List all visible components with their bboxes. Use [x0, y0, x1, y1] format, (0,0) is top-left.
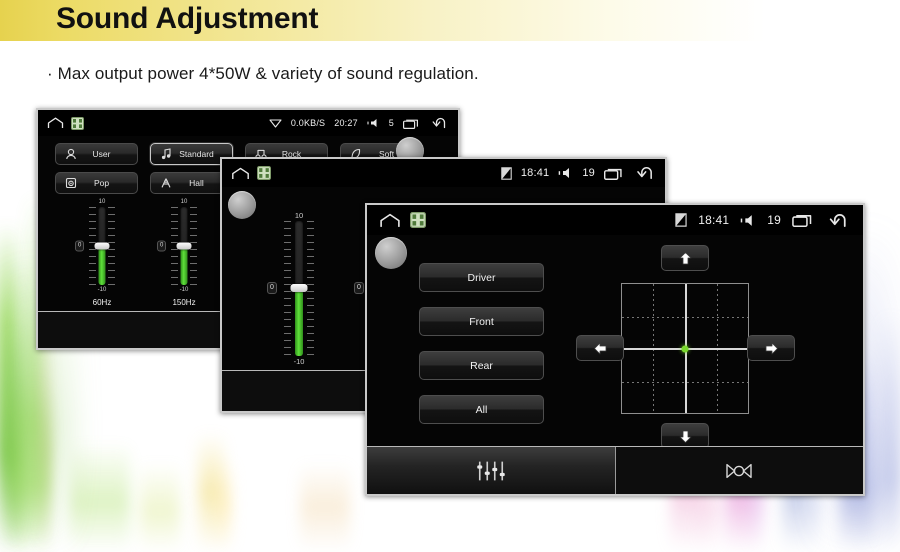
slider-fill — [295, 288, 303, 356]
zone-button-label: Rear — [470, 359, 493, 372]
panel2-status-bar: 18:41 19 — [222, 159, 665, 187]
page-root: Sound Adjustment · Max output power 4*50… — [0, 0, 900, 552]
slider-label: 60Hz — [92, 298, 112, 307]
volume-level-text: 19 — [767, 213, 781, 227]
user-icon — [64, 148, 78, 160]
page-title: Sound Adjustment — [56, 2, 319, 35]
eq-slider-150hz[interactable]: 10 -10 0 150Hz — [157, 199, 210, 307]
slider-value-badge: 0 — [157, 240, 167, 252]
balance-position-dot[interactable] — [681, 345, 689, 352]
slider-thumb[interactable] — [94, 242, 110, 250]
arrow-down-icon — [678, 429, 693, 444]
tab-balance[interactable] — [614, 447, 863, 494]
clock-text: 18:41 — [698, 213, 730, 227]
zone-button-rear[interactable]: Rear — [419, 351, 544, 380]
slider-thumb[interactable] — [290, 284, 308, 292]
fader-up-button[interactable] — [661, 245, 709, 271]
network-speed-text: 0.0KB/S — [290, 118, 326, 128]
arrow-left-icon — [593, 341, 608, 356]
home-icon[interactable] — [231, 167, 250, 180]
slider-max-label: 10 — [180, 199, 188, 205]
balance-fader-grid[interactable] — [621, 283, 749, 414]
tab-equalizer[interactable] — [367, 447, 615, 494]
back-arrow-icon[interactable] — [825, 213, 847, 228]
volume-level-text: 5 — [388, 118, 394, 128]
slider-thumb[interactable] — [176, 242, 192, 250]
preset-button-user[interactable]: User — [55, 143, 138, 165]
volume-icon[interactable] — [740, 214, 756, 227]
slider-value-badge: 0 — [267, 282, 277, 294]
recent-apps-icon[interactable] — [403, 118, 420, 129]
slider-min-label: -10 — [293, 357, 305, 366]
slider-label: 150Hz — [172, 298, 196, 307]
panel3-status-bar: 18:41 19 — [367, 205, 863, 235]
slider-min-label: -10 — [179, 287, 189, 293]
back-arrow-icon[interactable] — [429, 117, 446, 129]
apps-grid-icon[interactable] — [71, 116, 84, 130]
volume-icon[interactable] — [558, 167, 573, 179]
panel3-screen: 18:41 19 Driver Front Rear All — [367, 205, 863, 494]
slider-max-label: 10 — [98, 199, 106, 205]
hall-icon — [159, 177, 173, 189]
panel3-tab-bar — [367, 446, 863, 494]
music-note-icon — [159, 148, 173, 160]
slider-fill — [98, 246, 106, 285]
wifi-icon — [269, 118, 282, 128]
arrow-up-icon — [678, 251, 693, 266]
eq-slider-60hz[interactable]: 10 -10 0 60Hz — [75, 199, 128, 307]
apps-grid-icon[interactable] — [257, 166, 271, 180]
zone-button-label: All — [475, 403, 488, 416]
balance-right-button[interactable] — [747, 335, 795, 361]
device-screenshot-balance-fader: 18:41 19 Driver Front Rear All — [365, 203, 865, 496]
volume-icon[interactable] — [367, 118, 380, 128]
zone-button-front[interactable]: Front — [419, 307, 544, 336]
panel2-knob[interactable] — [228, 191, 256, 219]
balance-icon — [724, 460, 754, 482]
home-icon[interactable] — [47, 117, 64, 129]
header-banner: Sound Adjustment — [0, 0, 900, 41]
arrow-right-icon — [764, 341, 779, 356]
preset-label: User — [92, 149, 111, 159]
panel1-status-bar: 0.0KB/S 20:27 5 — [38, 110, 458, 136]
preset-button-pop[interactable]: Pop — [55, 172, 138, 194]
zone-button-all[interactable]: All — [419, 395, 544, 424]
clock-text: 20:27 — [334, 118, 358, 128]
slider-min-label: -10 — [97, 287, 107, 293]
clock-text: 18:41 — [520, 167, 550, 179]
slider-max-label: 10 — [294, 211, 304, 220]
zone-button-driver[interactable]: Driver — [419, 263, 544, 292]
panel3-knob[interactable] — [375, 237, 407, 269]
balance-left-button[interactable] — [576, 335, 624, 361]
recent-apps-icon[interactable] — [792, 213, 814, 227]
eq-slider-low[interactable]: 10 -10 0 LOW — [267, 211, 328, 383]
back-arrow-icon[interactable] — [633, 166, 653, 180]
home-icon[interactable] — [379, 213, 401, 228]
apps-grid-icon[interactable] — [410, 212, 426, 228]
subtitle-text: · Max output power 4*50W & variety of so… — [47, 64, 479, 83]
sd-card-icon — [675, 213, 687, 227]
recent-apps-icon[interactable] — [604, 167, 624, 180]
slider-value-badge: 0 — [75, 240, 85, 252]
preset-label: Pop — [93, 178, 110, 188]
volume-level-text: 19 — [582, 167, 595, 179]
slider-value-badge: 0 — [354, 282, 364, 294]
slider-fill — [180, 246, 188, 285]
sd-card-icon — [501, 166, 512, 180]
equalizer-icon — [476, 460, 506, 482]
zone-button-label: Front — [469, 315, 494, 328]
zone-button-label: Driver — [467, 271, 496, 284]
speaker-icon — [64, 177, 78, 189]
